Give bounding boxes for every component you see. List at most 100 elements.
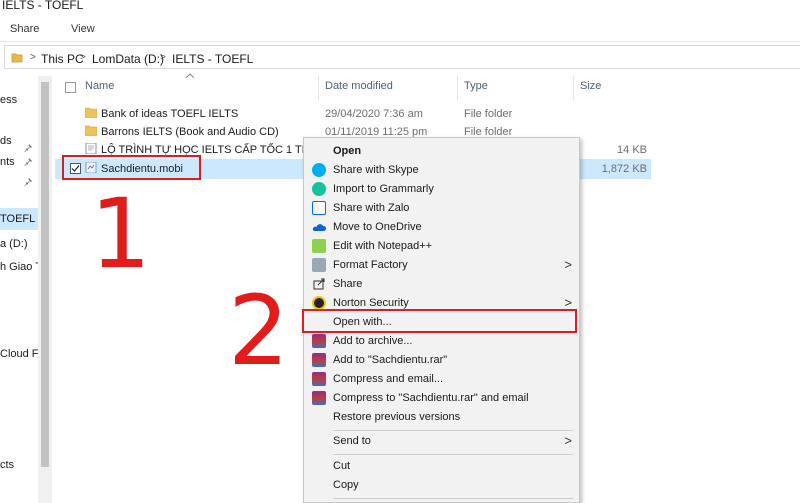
menu-label: Restore previous versions xyxy=(333,411,461,423)
format-factory-icon xyxy=(312,258,326,272)
menu-item-compress-to-rar-and-email[interactable]: Compress to "Sachdientu.rar" and email xyxy=(304,389,579,408)
step-number-1: 1 xyxy=(90,178,152,290)
menu-separator xyxy=(333,454,573,455)
chevron-right-icon[interactable]: > xyxy=(160,52,166,63)
menu-label: Share with Zalo xyxy=(333,202,410,214)
file-size: 1,872 KB xyxy=(601,163,647,175)
breadcrumb-this-pc[interactable]: This PC xyxy=(41,52,84,66)
ribbon: Share View xyxy=(0,16,800,42)
menu-label: Cut xyxy=(333,460,351,472)
menu-label: Norton Security xyxy=(333,297,409,309)
norton-icon xyxy=(312,296,326,310)
menu-label: Share with Skype xyxy=(333,164,419,176)
tab-share[interactable]: Share xyxy=(10,23,39,35)
highlight-box-file xyxy=(62,155,201,180)
menu-label: Copy xyxy=(333,479,359,491)
grammarly-icon xyxy=(312,182,326,196)
nav-item-documents[interactable]: nts xyxy=(0,156,15,168)
scrollbar-thumb[interactable] xyxy=(41,82,49,467)
menu-separator xyxy=(333,430,573,431)
column-separator[interactable] xyxy=(573,76,574,100)
folder-icon xyxy=(11,53,23,63)
nav-item-contacts[interactable]: cts xyxy=(0,459,14,471)
select-all-checkbox[interactable] xyxy=(65,82,76,93)
column-header-size[interactable]: Size xyxy=(580,80,601,92)
address-bar[interactable]: > This PC > LomData (D:) > IELTS - TOEFL xyxy=(0,42,800,72)
nav-item-giao-trinh[interactable]: h Giao T xyxy=(0,261,42,273)
pin-icon[interactable] xyxy=(24,157,34,167)
chevron-right-icon[interactable]: > xyxy=(80,52,86,63)
file-name: Bank of ideas TOEFL IELTS xyxy=(101,108,239,120)
onedrive-icon xyxy=(312,224,326,231)
nav-item-quick-access[interactable]: ess xyxy=(0,94,17,106)
column-header-date[interactable]: Date modified xyxy=(325,80,393,92)
winrar-icon xyxy=(312,353,326,367)
share-icon xyxy=(313,278,325,290)
file-date: 29/04/2020 7:36 am xyxy=(325,108,423,120)
navigation-pane: ess ds nts TOEFL a (D:) h Giao T Cloud F… xyxy=(0,76,42,503)
document-icon xyxy=(85,143,97,154)
menu-item-add-to-archive[interactable]: Add to archive... xyxy=(304,332,579,351)
column-header-name[interactable]: Name xyxy=(85,80,114,92)
menu-label: Add to archive... xyxy=(333,335,413,347)
folder-icon xyxy=(85,125,97,136)
tab-view[interactable]: View xyxy=(71,23,95,35)
menu-item-import-to-grammarly[interactable]: Import to Grammarly xyxy=(304,180,579,199)
nav-item-ielts-toefl[interactable]: TOEFL xyxy=(0,213,35,225)
menu-separator xyxy=(333,498,573,499)
menu-item-cut[interactable]: Cut xyxy=(304,457,579,476)
menu-label: Send to xyxy=(333,435,371,447)
menu-label: Share xyxy=(333,278,363,290)
menu-item-edit-with-notepad[interactable]: Edit with Notepad++ xyxy=(304,237,579,256)
winrar-icon xyxy=(312,372,326,386)
pin-icon[interactable] xyxy=(24,143,34,153)
menu-item-move-to-onedrive[interactable]: Move to OneDrive xyxy=(304,218,579,237)
highlight-box-open-with xyxy=(302,309,577,333)
folder-icon xyxy=(85,107,97,118)
winrar-icon xyxy=(312,334,326,348)
menu-label: Add to "Sachdientu.rar" xyxy=(333,354,448,366)
column-separator[interactable] xyxy=(318,76,319,100)
nav-item-cloud-files[interactable]: Cloud Fi xyxy=(0,348,41,360)
file-name: Barrons IELTS (Book and Audio CD) xyxy=(101,126,279,138)
menu-item-format-factory[interactable]: Format Factory > xyxy=(304,256,579,275)
table-row[interactable]: Bank of ideas TOEFL IELTS 29/04/2020 7:3… xyxy=(55,104,651,124)
menu-label: Format Factory xyxy=(333,259,408,271)
column-separator[interactable] xyxy=(457,76,458,100)
file-type: File folder xyxy=(464,108,513,120)
menu-label: Import to Grammarly xyxy=(333,183,434,195)
chevron-right-icon[interactable]: > xyxy=(30,52,36,63)
nav-item-downloads[interactable]: ds xyxy=(0,135,12,147)
menu-item-add-to-rar[interactable]: Add to "Sachdientu.rar" xyxy=(304,351,579,370)
chevron-right-icon: > xyxy=(564,257,572,272)
window-title: IELTS - TOEFL xyxy=(2,0,84,12)
sort-up-icon xyxy=(186,73,194,78)
nav-item-lomdata[interactable]: a (D:) xyxy=(0,238,28,250)
menu-item-share[interactable]: Share xyxy=(304,275,579,294)
menu-item-restore-previous-versions[interactable]: Restore previous versions xyxy=(304,408,579,427)
breadcrumb-lomdata[interactable]: LomData (D:) xyxy=(92,52,164,66)
menu-label: Compress and email... xyxy=(333,373,444,385)
notepad-plus-icon xyxy=(312,239,326,253)
menu-item-share-with-skype[interactable]: Share with Skype xyxy=(304,161,579,180)
menu-item-share-with-zalo[interactable]: Share with Zalo xyxy=(304,199,579,218)
menu-item-open[interactable]: Open xyxy=(304,142,579,161)
menu-label: Edit with Notepad++ xyxy=(333,240,433,252)
menu-item-compress-and-email[interactable]: Compress and email... xyxy=(304,370,579,389)
skype-icon xyxy=(312,163,326,177)
title-bar: IELTS - TOEFL xyxy=(0,0,800,16)
file-size: 14 KB xyxy=(617,144,647,156)
menu-label: Open xyxy=(333,145,362,157)
column-header-type[interactable]: Type xyxy=(464,80,488,92)
menu-label: Move to OneDrive xyxy=(333,221,422,233)
breadcrumb-ielts-toefl[interactable]: IELTS - TOEFL xyxy=(172,52,253,66)
menu-item-copy[interactable]: Copy xyxy=(304,476,579,495)
chevron-right-icon: > xyxy=(564,295,572,310)
pin-icon[interactable] xyxy=(24,177,34,187)
zalo-icon xyxy=(312,201,326,215)
step-number-2: 2 xyxy=(228,275,290,387)
menu-item-send-to[interactable]: Send to > xyxy=(304,432,579,451)
chevron-right-icon: > xyxy=(564,433,572,448)
menu-label: Compress to "Sachdientu.rar" and email xyxy=(333,392,529,404)
nav-scrollbar[interactable] xyxy=(38,76,52,503)
